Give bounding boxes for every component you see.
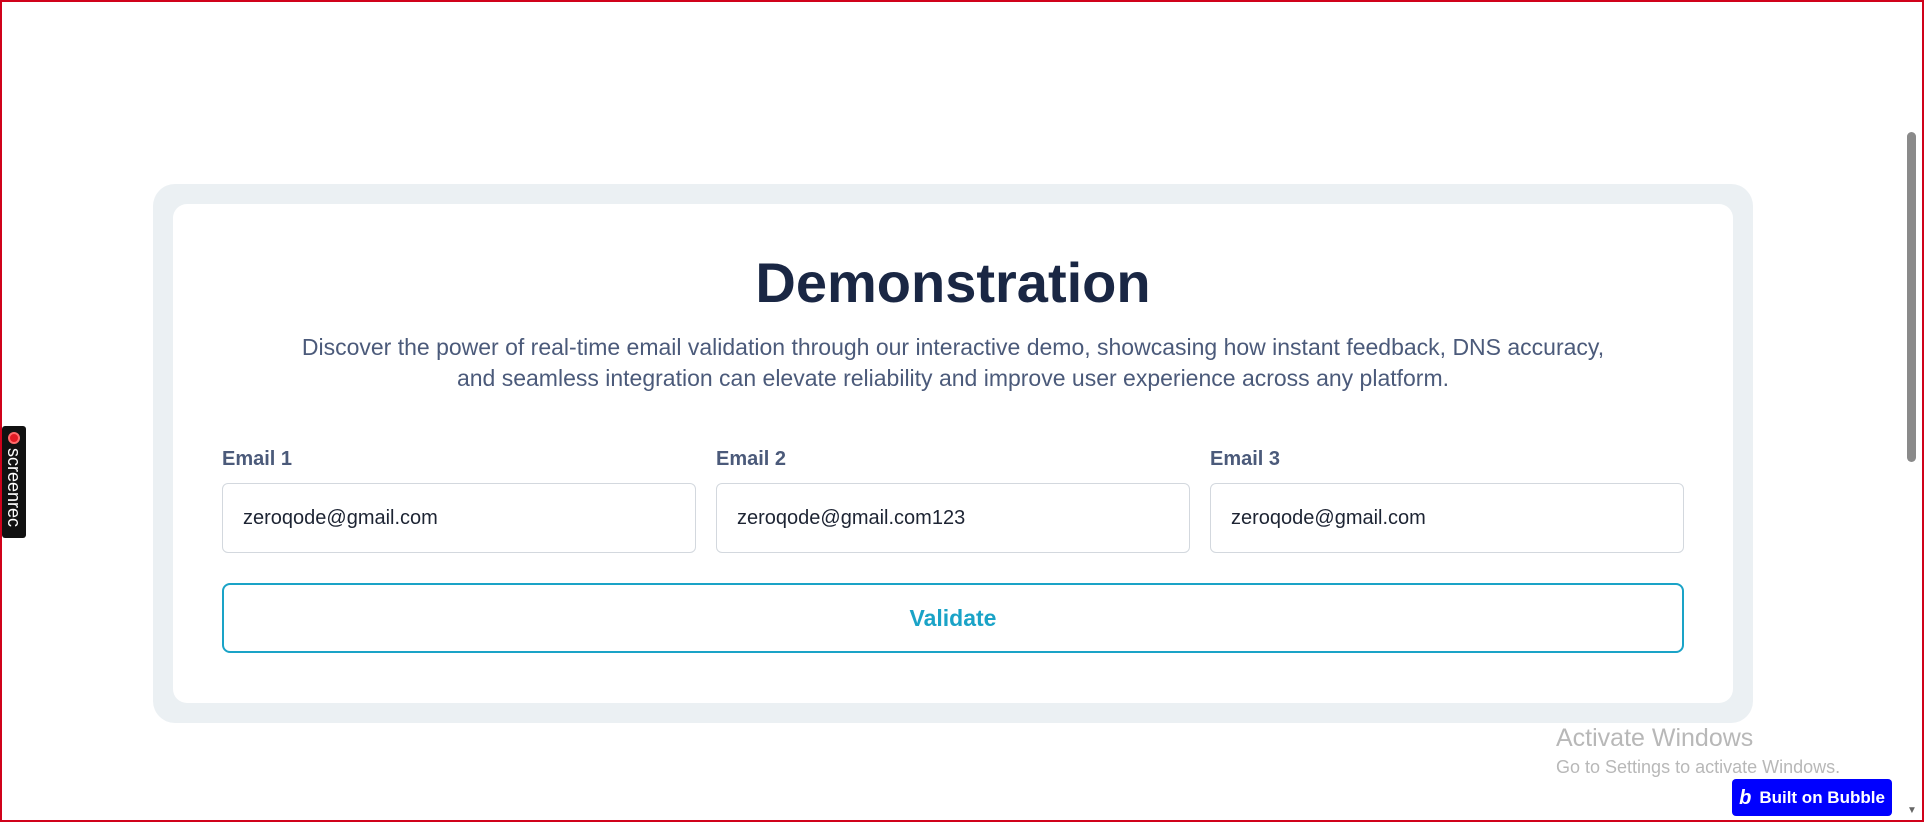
record-dot-icon bbox=[8, 432, 20, 444]
built-on-bubble-badge[interactable]: b Built on Bubble bbox=[1732, 779, 1892, 816]
screenrec-label: screenrec bbox=[4, 448, 24, 528]
scroll-down-arrow-icon[interactable]: ▼ bbox=[1907, 806, 1917, 816]
email-3-label: Email 3 bbox=[1210, 448, 1281, 470]
activate-windows-title: Activate Windows bbox=[1556, 724, 1754, 752]
demo-title: Demonstration bbox=[755, 251, 1151, 314]
activate-windows-subtitle: Go to Settings to activate Windows. bbox=[1556, 757, 1841, 777]
scrollbar-thumb[interactable] bbox=[1907, 132, 1916, 462]
email-3-input[interactable] bbox=[1210, 483, 1684, 553]
email-2-label: Email 2 bbox=[716, 448, 787, 470]
email-1-label: Email 1 bbox=[222, 448, 293, 470]
demo-description: Discover the power of real-time email va… bbox=[301, 334, 1605, 391]
validate-button[interactable]: Validate bbox=[222, 583, 1684, 653]
email-1-input[interactable] bbox=[222, 483, 696, 553]
bubble-logo-icon: b bbox=[1739, 786, 1752, 809]
screenrec-widget[interactable]: screenrec bbox=[2, 426, 26, 538]
email-2-input[interactable] bbox=[716, 483, 1190, 553]
built-on-bubble-label: Built on Bubble bbox=[1759, 787, 1885, 807]
